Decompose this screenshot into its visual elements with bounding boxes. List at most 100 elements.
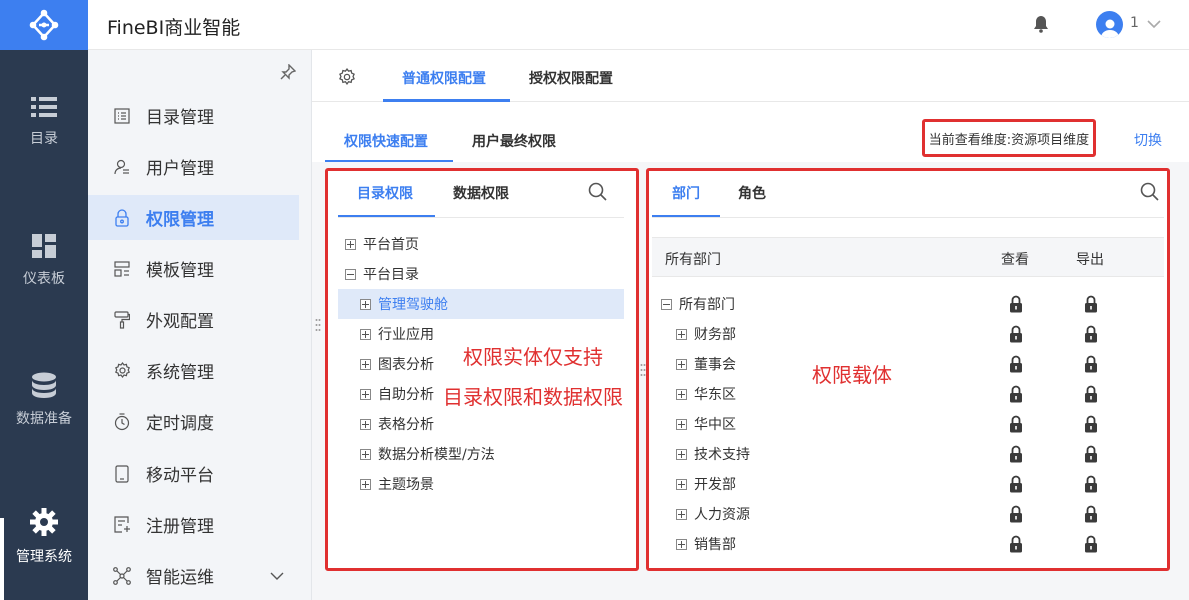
view-lock-icon[interactable] (1009, 445, 1023, 467)
search-icon[interactable] (1140, 182, 1160, 202)
nav-item-admin[interactable]: 管理系统 (0, 508, 88, 566)
tab-grant-permission[interactable]: 授权权限配置 (529, 68, 613, 88)
table-row[interactable]: 董事会 (676, 350, 736, 378)
switch-link[interactable]: 切换 (1134, 130, 1162, 150)
tab-role[interactable]: 角色 (738, 183, 766, 203)
tree-node[interactable]: 自助分析 (360, 380, 434, 408)
tree-node[interactable]: 平台首页 (345, 230, 419, 258)
expand-icon[interactable] (676, 388, 687, 400)
table-row[interactable]: 华东区 (676, 380, 736, 408)
expand-icon[interactable] (360, 418, 371, 430)
export-lock-icon[interactable] (1084, 355, 1098, 377)
nav-item-catalog[interactable]: 目录 (0, 96, 88, 148)
bell-icon[interactable] (1033, 15, 1049, 33)
tab-normal-permission[interactable]: 普通权限配置 (402, 68, 486, 88)
drag-handle-icon[interactable] (315, 318, 321, 332)
table-row[interactable]: 财务部 (676, 320, 736, 348)
tab-quick-config[interactable]: 权限快速配置 (344, 131, 428, 151)
export-lock-icon[interactable] (1084, 475, 1098, 497)
submenu-item-appearance[interactable]: 外观配置 (88, 297, 299, 342)
expand-icon[interactable] (676, 478, 687, 490)
table-row[interactable]: 销售部 (676, 530, 736, 558)
nav-label: 数据准备 (16, 411, 72, 427)
collapse-icon[interactable] (345, 268, 356, 280)
export-lock-icon[interactable] (1084, 445, 1098, 467)
view-lock-icon[interactable] (1009, 295, 1023, 317)
table-row[interactable]: 所有部门 (661, 290, 735, 318)
expand-icon[interactable] (360, 448, 371, 460)
pin-icon[interactable] (280, 64, 296, 80)
view-lock-icon[interactable] (1009, 385, 1023, 407)
export-lock-icon[interactable] (1084, 295, 1098, 317)
expand-icon[interactable] (676, 328, 687, 340)
tree-node[interactable]: 表格分析 (360, 410, 434, 438)
submenu-item-schedule[interactable]: 定时调度 (88, 399, 299, 444)
expand-icon[interactable] (360, 328, 371, 340)
table-row[interactable]: 人力资源 (676, 500, 750, 528)
view-lock-icon[interactable] (1009, 415, 1023, 437)
expand-icon[interactable] (345, 238, 356, 250)
table-row[interactable]: 开发部 (676, 470, 736, 498)
tree-node[interactable]: 行业应用 (360, 320, 434, 348)
nav-label: 目录 (30, 131, 58, 147)
submenu-item-users[interactable]: 用户管理 (88, 144, 299, 189)
tree-node[interactable]: 数据分析模型/方法 (360, 440, 495, 468)
tab-department[interactable]: 部门 (672, 183, 700, 203)
nav-label: 管理系统 (16, 549, 72, 565)
chevron-down-icon[interactable] (269, 570, 285, 582)
tree-node[interactable]: 图表分析 (360, 350, 434, 378)
submenu-item-ops[interactable]: 智能运维 (88, 553, 299, 598)
expand-icon[interactable] (360, 478, 371, 490)
expand-icon[interactable] (360, 388, 371, 400)
view-lock-icon[interactable] (1009, 325, 1023, 347)
table-row[interactable]: 华中区 (676, 410, 736, 438)
sub-tabs: 权限快速配置 用户最终权限 当前查看维度:资源项目维度 切换 (312, 102, 1189, 162)
expand-icon[interactable] (676, 448, 687, 460)
expand-icon[interactable] (676, 508, 687, 520)
submenu-item-system[interactable]: 系统管理 (88, 348, 299, 393)
table-row[interactable]: 技术支持 (676, 440, 750, 468)
nav-item-dashboard[interactable]: 仪表板 (0, 234, 88, 288)
user-icon (114, 159, 129, 174)
annotation-text: 权限载体 (812, 363, 892, 387)
export-lock-icon[interactable] (1084, 385, 1098, 407)
export-lock-icon[interactable] (1084, 325, 1098, 347)
submenu-item-catalog[interactable]: 目录管理 (88, 93, 299, 138)
tree-node[interactable]: 管理驾驶舱 (360, 290, 448, 318)
chevron-down-icon[interactable] (1146, 14, 1162, 34)
tab-final-permission[interactable]: 用户最终权限 (472, 131, 556, 151)
database-icon (32, 372, 56, 398)
submenu-item-templates[interactable]: 模板管理 (88, 246, 299, 291)
view-lock-icon[interactable] (1009, 355, 1023, 377)
expand-icon[interactable] (676, 358, 687, 370)
tree-node[interactable]: 主题场景 (360, 470, 434, 498)
app-logo[interactable] (0, 0, 88, 50)
user-name[interactable]: 1 (1130, 15, 1139, 31)
tab-catalog-permission[interactable]: 目录权限 (357, 183, 413, 203)
catalog-icon (114, 107, 130, 124)
annotation-text: 权限实体仅支持 (463, 345, 603, 369)
tab-data-permission[interactable]: 数据权限 (453, 183, 509, 203)
expand-icon[interactable] (676, 418, 687, 430)
search-icon[interactable] (588, 182, 608, 202)
active-tab-underline (325, 160, 453, 162)
view-lock-icon[interactable] (1009, 475, 1023, 497)
export-lock-icon[interactable] (1084, 535, 1098, 557)
submenu-item-mobile[interactable]: 移动平台 (88, 451, 299, 496)
collapse-icon[interactable] (661, 298, 672, 310)
avatar[interactable] (1096, 11, 1123, 38)
view-lock-icon[interactable] (1009, 505, 1023, 527)
permission-carrier-panel: 部门 角色 所有部门 查看 导出 所有部门 财务部 董事会 华东区 华中区 技术支持 开发部… (646, 168, 1170, 571)
logo-icon (29, 9, 59, 41)
tree-node[interactable]: 平台目录 (345, 260, 419, 288)
export-lock-icon[interactable] (1084, 415, 1098, 437)
export-lock-icon[interactable] (1084, 505, 1098, 527)
submenu-item-permissions[interactable]: 权限管理 (88, 195, 299, 240)
view-lock-icon[interactable] (1009, 535, 1023, 557)
nav-item-data-prep[interactable]: 数据准备 (0, 372, 88, 428)
expand-icon[interactable] (360, 358, 371, 370)
expand-icon[interactable] (676, 538, 687, 550)
submenu-item-register[interactable]: 注册管理 (88, 502, 299, 547)
settings-icon[interactable] (338, 68, 356, 86)
expand-icon[interactable] (360, 298, 371, 310)
